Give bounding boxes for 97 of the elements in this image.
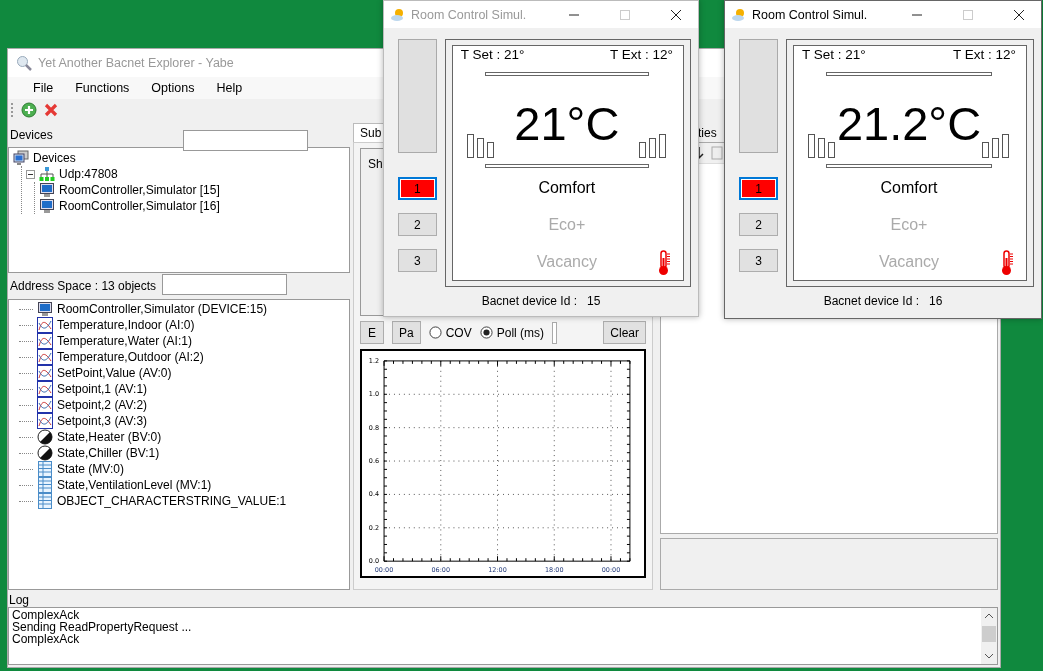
fan-bars-icon [639, 134, 667, 158]
device-id-value: 15 [587, 294, 601, 308]
computer-icon [39, 182, 55, 199]
device-id-label: Bacnet device Id : [823, 294, 919, 308]
tree-item[interactable]: Udp:47808 [59, 166, 118, 183]
fan-bars-icon [808, 134, 836, 158]
panel-label: Devices [10, 128, 53, 143]
preset-button[interactable]: 1 [739, 177, 778, 200]
weather-icon [390, 6, 406, 23]
mode-label: Eco+ [890, 215, 928, 235]
window-title: Room Control Simul. [752, 7, 869, 22]
list-item[interactable]: SetPoint,Value (AV:0) [57, 366, 172, 381]
list-item[interactable]: Setpoint,3 (AV:3) [57, 414, 148, 429]
temperature-reading: 21.2°C [836, 95, 982, 151]
graph-icon [37, 317, 53, 334]
temperature-reading: 21°C [513, 95, 621, 151]
close-icon[interactable] [1013, 8, 1025, 21]
input-field[interactable] [183, 130, 308, 152]
scrollbar[interactable] [981, 608, 997, 664]
mode-label: Comfort [880, 178, 938, 198]
maximize-icon [619, 8, 631, 21]
number-field[interactable] [552, 321, 558, 344]
list-item[interactable]: Temperature,Indoor (AI:0) [57, 318, 195, 333]
list-item[interactable]: Temperature,Outdoor (AI:2) [57, 350, 204, 365]
computers-icon [13, 150, 29, 167]
radio-button[interactable] [479, 326, 493, 340]
list-item[interactable]: State,VentilationLevel (MV:1) [57, 478, 212, 493]
menu-item[interactable]: Options [140, 80, 206, 95]
input-field[interactable] [162, 274, 287, 296]
list-item[interactable]: Temperature,Water (AI:1) [57, 334, 192, 349]
device-id-value: 16 [929, 294, 943, 308]
toolbar-button[interactable]: E [360, 321, 384, 345]
magnifier-icon [16, 54, 32, 71]
list-item[interactable]: OBJECT_CHARACTERSTRING_VALUE:1 [57, 494, 287, 509]
tree-item[interactable]: RoomController,Simulator [16] [59, 198, 220, 215]
device-id-label: Bacnet device Id : [481, 294, 577, 308]
fan-bars-icon [982, 134, 1010, 158]
preset-button[interactable]: 2 [739, 213, 778, 236]
mode-label: Vacancy [536, 252, 597, 272]
add-icon[interactable] [21, 102, 37, 119]
computer-icon [39, 198, 55, 215]
half-circle-icon [37, 445, 53, 462]
menu-item[interactable]: Help [205, 80, 254, 95]
weather-icon [731, 6, 747, 23]
clear-button[interactable]: Clear [603, 321, 646, 345]
preset-button[interactable]: 2 [398, 213, 437, 236]
graph-icon [37, 333, 53, 350]
list-item[interactable]: State (MV:0) [57, 462, 124, 477]
network-icon [39, 166, 55, 183]
list-item[interactable]: State,Chiller (BV:1) [57, 446, 160, 461]
mode-label: Comfort [538, 178, 596, 198]
group-label: Sh [368, 157, 383, 172]
table-icon [37, 493, 53, 510]
tree-item[interactable]: RoomController,Simulator [15] [59, 182, 220, 199]
log-line: ComplexAck [12, 633, 80, 645]
panel-label: Address Space : 13 objects [10, 279, 157, 294]
log-line: Sending ReadPropertyRequest ... [12, 621, 193, 633]
thermometer-icon [1000, 250, 1014, 276]
radio-label[interactable]: Poll (ms) [496, 325, 545, 340]
list-item[interactable]: RoomController,Simulator (DEVICE:15) [57, 302, 268, 317]
setpoint-text: T Set : 21° [460, 47, 525, 62]
tree-item[interactable]: Devices [33, 150, 76, 167]
panel-label: Log [8, 594, 31, 607]
half-circle-icon [37, 429, 53, 446]
outdoor-temp-text: T Ext : 12° [953, 47, 1016, 62]
page-icon[interactable] [709, 145, 725, 162]
table-icon [37, 461, 53, 478]
window-title: Room Control Simul. [411, 7, 528, 22]
radio-button[interactable] [428, 326, 442, 340]
graph-icon [37, 397, 53, 414]
outdoor-temp-text: T Ext : 12° [610, 47, 673, 62]
preset-button[interactable]: 3 [398, 249, 437, 272]
preset-button[interactable]: 1 [398, 177, 437, 200]
graph-icon [37, 365, 53, 382]
delete-icon[interactable] [43, 102, 59, 119]
table-icon [37, 477, 53, 494]
toolbar-button[interactable]: Pa [392, 321, 421, 345]
window-title: Yet Another Bacnet Explorer - Yabe [38, 55, 234, 70]
menu-item[interactable]: Functions [64, 80, 141, 95]
graph-icon [37, 381, 53, 398]
fan-bars-icon [466, 134, 495, 158]
thermometer-icon [657, 250, 671, 276]
mode-label: Vacancy [878, 252, 940, 272]
close-icon[interactable] [670, 8, 682, 21]
list-item[interactable]: State,Heater (BV:0) [57, 430, 162, 445]
graph-icon [37, 413, 53, 430]
log-line: ComplexAck [12, 609, 80, 621]
collapse-toggle[interactable] [26, 169, 35, 179]
maximize-icon [962, 8, 974, 21]
graph-icon [37, 349, 53, 366]
list-item[interactable]: Setpoint,1 (AV:1) [57, 382, 148, 397]
setpoint-text: T Set : 21° [802, 47, 866, 62]
mode-label: Eco+ [548, 215, 586, 235]
preset-button[interactable]: 3 [739, 249, 778, 272]
radio-label[interactable]: COV [445, 325, 472, 340]
menu-item[interactable]: File [22, 80, 65, 95]
list-item[interactable]: Setpoint,2 (AV:2) [57, 398, 148, 413]
